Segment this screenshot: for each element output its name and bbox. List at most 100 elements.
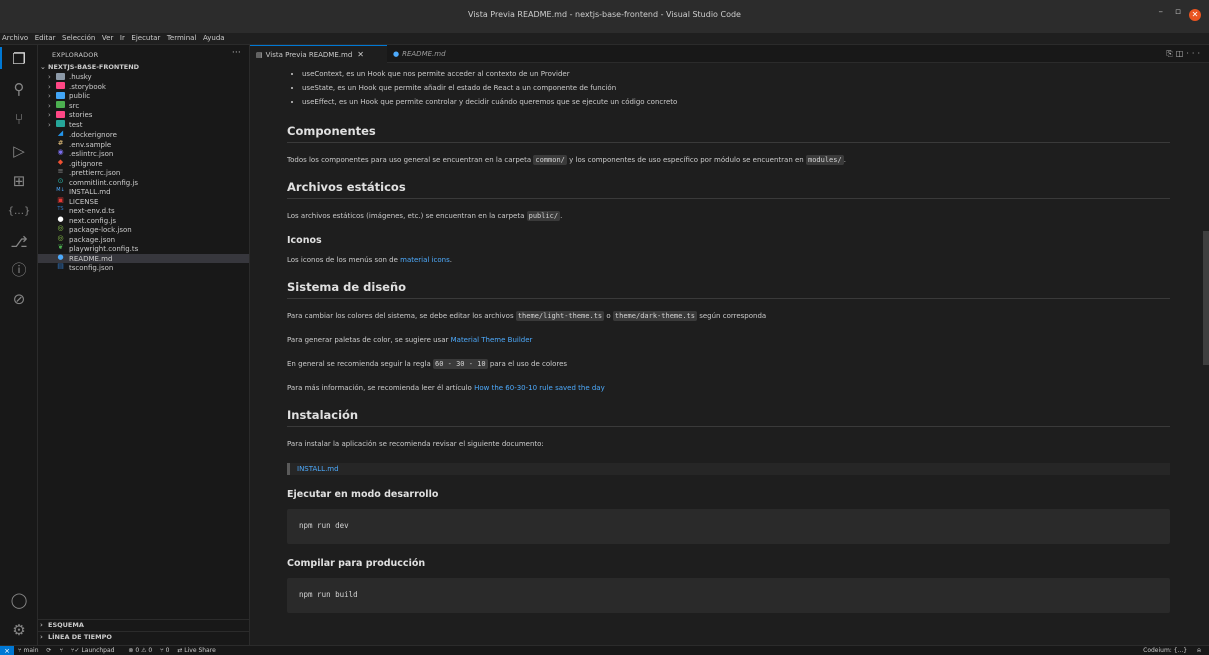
tree-item-label: commitlint.config.js (69, 178, 138, 187)
more-actions-icon[interactable]: ··· (232, 48, 241, 58)
explorer-icon[interactable]: ❐ (7, 48, 31, 70)
tree-item-storybook[interactable]: › .storybook (48, 82, 249, 93)
tree-item-label: LICENSE (69, 197, 99, 206)
tree-item-readme[interactable]: ● README.md (38, 253, 249, 263)
outline-section[interactable]: › ESQUEMA (38, 619, 250, 630)
tree-item-test[interactable]: › test (48, 120, 249, 131)
tree-item-label: playwright.config.ts (69, 244, 139, 253)
timeline-icon[interactable]: ⓘ (7, 259, 31, 281)
branch-status[interactable]: ⑂ main ⟳ (18, 647, 51, 654)
tree-item-license[interactable]: ▣ LICENSE (48, 195, 249, 207)
close-tab-icon[interactable]: ✕ (357, 50, 364, 59)
tree-item-env-sample[interactable]: # .env.sample (48, 139, 249, 150)
text: y los componentes de uso específico por … (569, 156, 804, 164)
vertical-scrollbar[interactable] (1203, 231, 1209, 365)
problems-status[interactable]: ⊗ 0 ⚠ 0 (128, 647, 152, 654)
tree-item-next-env[interactable]: TS next-env.d.ts (48, 206, 249, 216)
ports-status[interactable]: ⑂ 0 (160, 647, 169, 654)
tree-item-public[interactable]: › public (48, 91, 249, 102)
menu-ejecutar[interactable]: Ejecutar (129, 33, 162, 42)
article-link[interactable]: How the 60-30-10 rule saved the day (474, 384, 605, 392)
minimize-icon[interactable]: – (1159, 7, 1164, 17)
inline-code: modules/ (805, 155, 844, 165)
menu-ver[interactable]: Ver (100, 33, 115, 42)
text: Para más información, se recomienda leer… (287, 384, 472, 392)
live-share-status[interactable]: ⇄ Live Share (177, 647, 221, 654)
explorer-title: EXPLORADOR (52, 51, 99, 59)
menu-bar: Archivo Editar Selección Ver Ir Ejecutar… (0, 33, 1209, 45)
menu-seleccion[interactable]: Selección (60, 33, 97, 42)
run-debug-icon[interactable]: ▷ (7, 140, 31, 162)
install-md-link[interactable]: INSTALL.md (297, 465, 339, 473)
tree-item-stories[interactable]: › stories (48, 110, 249, 121)
tree-item-label: next.config.js (69, 216, 116, 225)
heading-sistema-diseno: Sistema de diseño (287, 280, 1170, 299)
tree-item-tsconfig[interactable]: ▤ tsconfig.json (38, 262, 249, 273)
more-actions-icon[interactable]: ··· (1186, 49, 1203, 58)
tree-item-eslintrc[interactable]: ◉ .eslintrc.json (48, 148, 249, 159)
prettier-icon: ≡ (57, 167, 64, 175)
tab-label: Vista Previa README.md (265, 51, 353, 59)
remote-indicator-icon[interactable]: ⨯ (0, 646, 14, 655)
search-icon[interactable]: ⚲ (7, 78, 31, 100)
paragraph: Para generar paletas de color, se sugier… (287, 335, 1170, 345)
hooks-list: useContext, es un Hook que nos permite a… (287, 67, 1170, 109)
folder-icon (56, 82, 65, 89)
tree-item-husky[interactable]: › .husky (48, 72, 249, 83)
project-root[interactable]: ⌄ NEXTJS-BASE-FRONTEND (38, 62, 249, 73)
source-control-icon[interactable]: ⑂ (7, 108, 31, 130)
tree-item-next-config[interactable]: ● next.config.js (48, 215, 249, 226)
menu-terminal[interactable]: Terminal (165, 33, 199, 42)
code-block: npm run dev (287, 509, 1170, 544)
account-icon[interactable]: ◯ (7, 589, 31, 611)
material-icons-link[interactable]: material icons (400, 256, 450, 264)
tree-item-playwright[interactable]: ❦ playwright.config.ts (48, 243, 249, 254)
markdown-icon: M↓ (56, 187, 65, 193)
docker-icon: ◢ (57, 129, 64, 137)
paragraph: Los archivos estáticos (imágenes, etc.) … (287, 211, 1170, 221)
tree-item-commitlint[interactable]: ⊙ commitlint.config.js (48, 177, 249, 188)
maximize-icon[interactable]: ▫ (1175, 7, 1181, 17)
menu-archivo[interactable]: Archivo (0, 33, 30, 42)
extensions-icon[interactable]: ⊞ (7, 170, 31, 192)
settings-gear-icon[interactable]: ⚙ (7, 619, 31, 641)
tab-readme[interactable]: ● README.md (387, 45, 452, 63)
tree-item-label: test (69, 120, 83, 129)
tree-item-dockerignore[interactable]: ◢ .dockerignore (48, 129, 249, 140)
timeline-section[interactable]: › LÍNEA DE TIEMPO (38, 631, 250, 642)
tab-label: README.md (402, 50, 446, 58)
close-icon[interactable]: ✕ (1189, 9, 1201, 21)
open-source-icon[interactable]: ⎘ (1166, 49, 1175, 58)
json-icon[interactable]: {…} (7, 201, 31, 223)
source-control-status-icon[interactable]: ⑂ (59, 647, 63, 654)
text: . (449, 256, 452, 264)
remote-explorer-icon[interactable]: ⎇ (7, 231, 31, 253)
paragraph: Para cambiar los colores del sistema, se… (287, 311, 1170, 321)
tree-item-install-md[interactable]: M↓ INSTALL.md (48, 187, 249, 197)
license-icon: ▣ (57, 195, 64, 204)
menu-ir[interactable]: Ir (118, 33, 127, 42)
launchpad-status[interactable]: ⑂✓ Launchpad (71, 647, 121, 654)
tree-item-label: .husky (69, 73, 92, 81)
tree-item-label: stories (69, 111, 93, 119)
live-share-icon[interactable]: ⊘ (7, 288, 31, 310)
tree-item-gitignore[interactable]: ◆ .gitignore (48, 158, 249, 169)
codeium-status[interactable]: Codeium: {...} (1143, 647, 1187, 654)
menu-ayuda[interactable]: Ayuda (201, 33, 227, 42)
notifications-bell-icon[interactable]: ⍾ (1197, 647, 1201, 654)
menu-editar[interactable]: Editar (33, 33, 58, 42)
tree-item-package-json[interactable]: ◎ package.json (48, 234, 249, 245)
tree-item-label: next-env.d.ts (69, 206, 115, 215)
tree-item-package-lock[interactable]: ◎ package-lock.json (48, 224, 249, 235)
split-editor-icon[interactable]: ◫ (1176, 49, 1187, 58)
tab-preview-readme[interactable]: ▤ Vista Previa README.md ✕ (250, 45, 387, 63)
list-item: useState, es un Hook que permite añadir … (302, 81, 1170, 95)
heading-iconos: Iconos (287, 235, 322, 246)
folder-icon (56, 101, 65, 108)
inline-code: theme/dark-theme.ts (612, 311, 697, 321)
tree-item-src[interactable]: › src (48, 101, 249, 112)
material-theme-builder-link[interactable]: Material Theme Builder (451, 336, 533, 344)
tree-item-prettierrc[interactable]: ≡ .prettierrc.json (48, 167, 249, 178)
text: . (843, 156, 846, 164)
chevron-right-icon: › (48, 73, 51, 81)
